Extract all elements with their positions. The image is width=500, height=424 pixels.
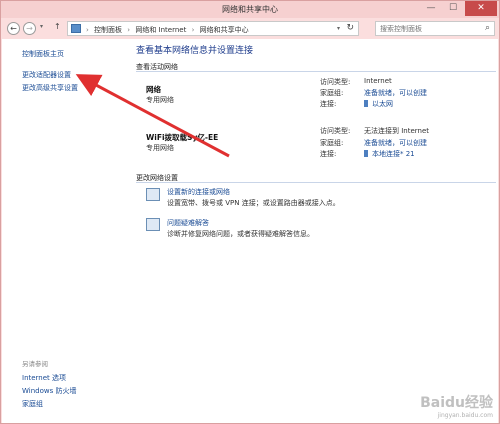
sidebar: 控制面板主页 更改适配器设置 更改高级共享设置 另请参阅 Internet 选项… [2,39,120,423]
section-divider [136,182,496,183]
page-title: 查看基本网络信息并设置连接 [136,46,254,56]
network-2-homegroup-label: 家庭组: [320,139,344,147]
breadcrumb-separator: › [191,26,195,34]
search-icon[interactable]: ⌕ [485,23,490,33]
recent-pages-chevron-down-icon[interactable]: ▾ [40,23,43,30]
network-1-name: 网络 [146,85,161,94]
see-also-windows-firewall[interactable]: Windows 防火墙 [22,386,76,396]
network-1-connection-text: 以太网 [372,100,393,108]
breadcrumb: › 控制面板 › 网络和 Internet › 网络和共享中心 [86,25,252,35]
forward-button[interactable]: → [23,22,36,35]
setup-new-connection-link[interactable]: 设置新的连接或网络 [167,187,230,197]
title-bar: 网络和共享中心 — ☐ ✕ [1,1,499,18]
sidebar-item-change-advanced-sharing[interactable]: 更改高级共享设置 [22,83,78,93]
see-also-homegroup[interactable]: 家庭组 [22,399,43,409]
sidebar-item-control-panel-home[interactable]: 控制面板主页 [22,49,64,59]
network-2-access-type-value: 无法连接到 Internet [364,127,430,135]
close-button[interactable]: ✕ [465,1,497,16]
network-setup-icon [146,188,160,201]
network-1-access-type-value: Internet [364,77,392,85]
network-2-access-type-label: 访问类型: [320,127,351,135]
ethernet-icon [364,100,368,107]
troubleshoot-link[interactable]: 问题疑难解答 [167,218,209,228]
window: 网络和共享中心 — ☐ ✕ ← → ▾ ↑ › 控制面板 › 网络和 Inter… [0,0,500,424]
back-button[interactable]: ← [7,22,20,35]
breadcrumb-separator: › [86,26,89,34]
watermark: Baidu经验 jingyan.baidu.com [420,392,493,419]
setup-new-connection-desc: 设置宽带、拨号或 VPN 连接；或设置路由器或接入点。 [167,199,340,207]
up-button[interactable]: ↑ [54,22,61,31]
network-2-connection-text: 本地连接* 21 [372,150,415,158]
ethernet-icon [364,150,368,157]
see-also-heading: 另请参阅 [22,360,48,368]
network-1-connection-link[interactable]: 以太网 [364,99,393,109]
control-panel-icon [71,24,81,33]
content-area: 控制面板主页 更改适配器设置 更改高级共享设置 另请参阅 Internet 选项… [2,39,498,423]
minimize-button[interactable]: — [421,1,441,16]
main-panel: 查看基本网络信息并设置连接 查看活动网络 网络 专用网络 访问类型: Inter… [124,39,498,423]
network-2-type: 专用网络 [146,144,174,152]
network-1-homegroup-link[interactable]: 准备就绪，可以创建 [364,88,427,98]
toolbar: ← → ▾ ↑ › 控制面板 › 网络和 Internet › 网络和共享中心 … [7,20,495,38]
network-1-type: 专用网络 [146,96,174,104]
section-divider [136,71,496,72]
network-1-access-type-label: 访问类型: [320,78,351,86]
refresh-icon[interactable]: ↻ [346,23,354,33]
troubleshoot-desc: 诊断并修复网络问题，或者获得疑难解答信息。 [167,230,314,238]
breadcrumb-item-network-internet[interactable]: 网络和 Internet [135,26,186,34]
watermark-url: jingyan.baidu.com [437,412,493,419]
address-bar[interactable]: › 控制面板 › 网络和 Internet › 网络和共享中心 ▾ ↻ [67,21,359,36]
troubleshoot-icon [146,218,160,231]
maximize-button[interactable]: ☐ [443,1,463,16]
see-also-internet-options[interactable]: Internet 选项 [22,373,66,383]
breadcrumb-item-network-sharing-center[interactable]: 网络和共享中心 [200,26,249,34]
address-chevron-down-icon[interactable]: ▾ [337,25,340,32]
network-2-connection-link[interactable]: 本地连接* 21 [364,149,415,159]
search-input[interactable] [376,22,476,35]
network-1-connection-label: 连接: [320,100,337,108]
network-2-homegroup-link[interactable]: 准备就绪，可以创建 [364,138,427,148]
baidu-logo: Baidu经验 [420,395,493,411]
sidebar-item-change-adapter-settings[interactable]: 更改适配器设置 [22,70,71,80]
network-2-connection-label: 连接: [320,150,337,158]
search-box[interactable]: ⌕ [375,21,495,36]
network-2-name: WiFi拨取载Sy亿-EE [146,133,219,142]
network-1-homegroup-label: 家庭组: [320,89,344,97]
breadcrumb-item-control-panel[interactable]: 控制面板 [94,26,122,34]
breadcrumb-separator: › [127,26,131,34]
